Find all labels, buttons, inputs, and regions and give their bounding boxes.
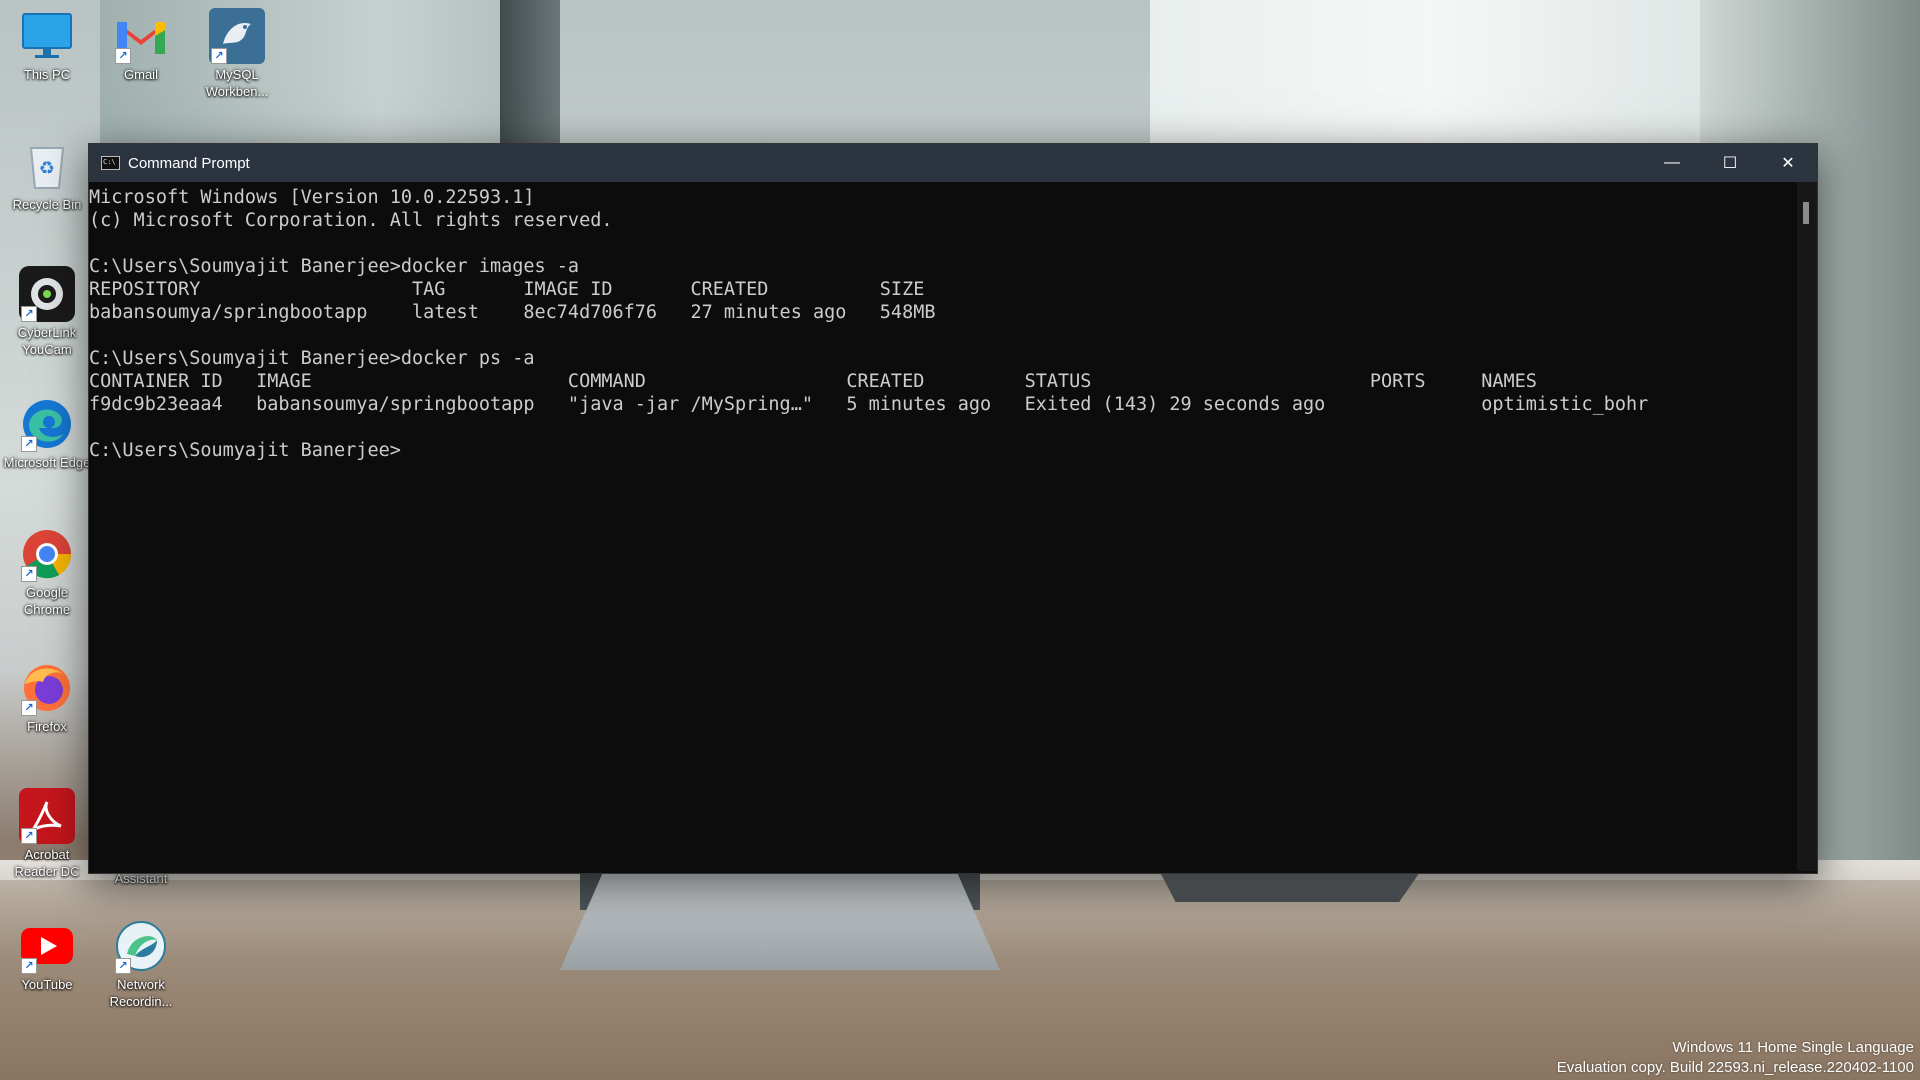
desktop-icon-label: MySQL Workben... <box>205 67 269 99</box>
desktop-icon-label: Microsoft Edge <box>3 455 91 470</box>
desktop-icon-acrobat[interactable]: ↗ Acrobat Reader DC <box>2 788 92 880</box>
desktop-icon-label: YouTube <box>21 977 73 992</box>
desktop-icon-label: Recycle Bin <box>12 197 82 212</box>
windows-watermark: Windows 11 Home Single Language Evaluati… <box>1557 1038 1914 1078</box>
console-line: CONTAINER ID IMAGE COMMAND CREATED STATU… <box>89 371 1537 392</box>
shortcut-arrow-icon: ↗ <box>211 48 227 64</box>
console-line: babansoumya/springbootapp latest 8ec74d7… <box>89 302 936 323</box>
window-title: Command Prompt <box>128 154 250 172</box>
vertical-scrollbar[interactable] <box>1797 182 1817 871</box>
desktop-icon-youcam[interactable]: ↗ CyberLink YouCam <box>2 266 92 358</box>
shortcut-arrow-icon: ↗ <box>21 828 37 844</box>
shortcut-arrow-icon: ↗ <box>21 306 37 322</box>
title-bar[interactable]: C:\ Command Prompt — ☐ ✕ <box>89 144 1817 182</box>
youcam-icon: ↗ <box>19 266 75 322</box>
shortcut-arrow-icon: ↗ <box>21 700 37 716</box>
watermark-edition: Windows 11 Home Single Language <box>1672 1039 1914 1056</box>
console-line: C:\Users\Soumyajit Banerjee>docker ps -a <box>89 348 535 369</box>
desktop-icon-label: This PC <box>23 67 71 82</box>
recycle-bin-icon: ♻ <box>19 138 75 194</box>
desktop-icon-label: Firefox <box>27 719 67 734</box>
watermark-build: Evaluation copy. Build 22593.ni_release.… <box>1556 1059 1914 1076</box>
desktop-icon-gmail[interactable]: ↗ Gmail <box>96 8 186 83</box>
edge-icon: ↗ <box>19 396 75 452</box>
youtube-icon: ↗ <box>19 918 75 974</box>
desktop-icon-label: Network Recordin... <box>109 977 173 1009</box>
wallpaper-keyboard <box>1160 872 1420 902</box>
window-controls: — ☐ ✕ <box>1643 144 1817 182</box>
console-line: Microsoft Windows [Version 10.0.22593.1] <box>89 187 535 208</box>
desktop-icon-label: Acrobat Reader DC <box>14 847 80 879</box>
shortcut-arrow-icon: ↗ <box>21 566 37 582</box>
firefox-icon: ↗ <box>19 660 75 716</box>
desktop-icon-youtube[interactable]: ↗ YouTube <box>2 918 92 993</box>
desktop-icon-this-pc[interactable]: This PC <box>2 8 92 83</box>
minimize-button[interactable]: — <box>1643 144 1701 182</box>
console-prompt[interactable]: C:\Users\Soumyajit Banerjee> <box>89 439 1817 462</box>
desktop-icon-mysql-workbench[interactable]: ↗ MySQL Workben... <box>192 8 282 100</box>
desktop-icon-firefox[interactable]: ↗ Firefox <box>2 660 92 735</box>
chrome-icon: ↗ <box>19 526 75 582</box>
mysql-workbench-icon: ↗ <box>209 8 265 64</box>
command-prompt-window[interactable]: C:\ Command Prompt — ☐ ✕ Microsoft Windo… <box>88 143 1818 874</box>
shortcut-arrow-icon: ↗ <box>115 958 131 974</box>
svg-text:♻: ♻ <box>39 158 55 178</box>
console-output[interactable]: Microsoft Windows [Version 10.0.22593.1]… <box>89 182 1817 875</box>
close-button[interactable]: ✕ <box>1759 144 1817 182</box>
desktop-icon-recycle-bin[interactable]: ♻ Recycle Bin <box>2 138 92 213</box>
console-line: f9dc9b23eaa4 babansoumya/springbootapp "… <box>89 394 1649 415</box>
desktop-icon-label: Google Chrome <box>23 585 71 617</box>
shortcut-arrow-icon: ↗ <box>21 436 37 452</box>
scrollbar-thumb[interactable] <box>1803 202 1809 224</box>
desktop-icon-label: Gmail <box>124 67 158 82</box>
desktop-icon-network-recorder[interactable]: ↗ Network Recordin... <box>96 918 186 1010</box>
console-line: C:\Users\Soumyajit Banerjee>docker image… <box>89 256 580 277</box>
desktop-icon-edge[interactable]: ↗ Microsoft Edge <box>2 396 92 471</box>
monitor-icon <box>19 8 75 64</box>
shortcut-arrow-icon: ↗ <box>21 958 37 974</box>
desktop-icon-label: CyberLink YouCam <box>17 325 77 357</box>
maximize-button[interactable]: ☐ <box>1701 144 1759 182</box>
desktop-icon-chrome[interactable]: ↗ Google Chrome <box>2 526 92 618</box>
network-recorder-icon: ↗ <box>113 918 169 974</box>
cmd-app-icon: C:\ <box>101 156 120 170</box>
shortcut-arrow-icon: ↗ <box>115 48 131 64</box>
gmail-icon: ↗ <box>113 8 169 64</box>
acrobat-icon: ↗ <box>19 788 75 844</box>
console-line: (c) Microsoft Corporation. All rights re… <box>89 210 613 231</box>
console-line: REPOSITORY TAG IMAGE ID CREATED SIZE <box>89 279 925 300</box>
wallpaper-laptop <box>560 870 1000 970</box>
